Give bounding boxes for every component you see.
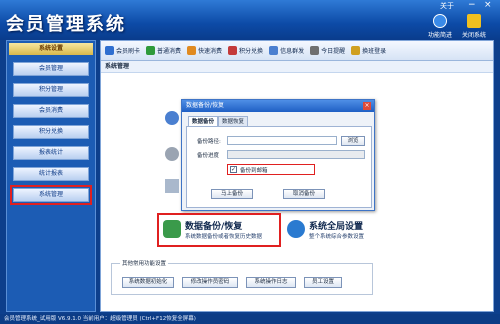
main-panel: 会员刷卡 普通消费 快速消费 积分兑换 信息群发 今日提醒 换班登录 系统管理 … [100,40,494,312]
email-checkbox[interactable]: ✓ [230,166,237,173]
other-settings-label: 其他常用功能设置 [120,259,169,267]
tool-label: 信息群发 [280,48,305,55]
staff-settings-button[interactable]: 员工设置 [304,277,342,288]
sidebar-item-system[interactable]: 系统管理 [10,185,92,205]
lock-icon [351,46,361,55]
email-checkbox-label: 备份到邮箱 [240,168,268,174]
tile-subtitle: 整个系统综合参数设置 [309,234,365,240]
path-input[interactable] [227,136,337,145]
minimize-button[interactable]: − [468,0,476,10]
backup-dialog: 数据备份/恢复 × 数据备份 数据恢复 备份路径: 浏览 备份进度 ✓ 备份到邮… [181,99,375,211]
money-icon [146,46,156,55]
close-window-button[interactable]: × [484,0,492,10]
tab-restore[interactable]: 数据恢复 [218,116,249,126]
sidebar-item-stats[interactable]: 统计报表 [13,167,89,181]
operation-log-button[interactable]: 系统操作日志 [246,277,296,288]
browse-button[interactable]: 浏览 [341,136,365,146]
doc-icon [165,179,179,193]
start-backup-button[interactable]: 马上备份 [211,189,253,199]
dialog-title: 数据备份/恢复 [182,100,374,112]
sidebar-item-points[interactable]: 积分管理 [13,83,89,97]
tool-exchange[interactable]: 积分兑换 [228,46,263,55]
sidebar-header: 系统设置 [9,43,93,55]
warning-icon [467,14,481,28]
init-data-button[interactable]: 系统数据初始化 [122,277,174,288]
info-icon [433,14,447,28]
user-icon [165,111,179,125]
exit-tool-label: 关闭系统 [461,32,486,39]
tool-reminder[interactable]: 今日提醒 [310,46,345,55]
title-bar: 会员管理系统 关于 − × 功能简进 关闭系统 [0,0,500,40]
exit-tool-button[interactable]: 关闭系统 [458,14,490,39]
dialog-close-button[interactable]: × [363,102,371,110]
tool-normal[interactable]: 普通消费 [146,46,181,55]
mail-icon [269,46,279,55]
gear-icon [165,147,179,161]
dialog-panel: 备份路径: 浏览 备份进度 ✓ 备份到邮箱 马上备份 取消备份 [186,126,372,208]
tool-sms[interactable]: 信息群发 [269,46,304,55]
tab-backup[interactable]: 数据备份 [188,116,219,126]
sidebar-item-exchange[interactable]: 积分兑换 [13,125,89,139]
tool-fast[interactable]: 快速消费 [187,46,222,55]
tool-label: 快速消费 [198,48,223,55]
tool-label: 普通消费 [157,48,182,55]
info-tool-label: 功能简进 [427,32,452,39]
tile-global-settings[interactable]: 系统全局设置 整个系统综合参数设置 [283,215,393,245]
other-settings-group: 其他常用功能设置 系统数据初始化 修改操作员密码 系统操作日志 员工设置 [111,259,373,295]
tool-label: 积分兑换 [239,48,264,55]
tile-subtitle: 系统数据备份或者恢复历史数据 [185,234,263,240]
status-bar: 会员管理系统_试用版 V6.9.1.0 当前用户：超级管理员 (Ctrl+F12… [0,314,500,324]
sidebar: 系统设置 会员管理 积分管理 会员消费 积分兑换 报表统计 统计报表 系统管理 [6,40,96,312]
info-tool-button[interactable]: 功能简进 [424,14,456,39]
tool-label: 今日提醒 [321,48,346,55]
app-title: 会员管理系统 [6,14,126,35]
tile-title: 数据备份/恢复 [185,222,243,232]
tile-backup-restore[interactable]: 数据备份/恢复 系统数据备份或者恢复历史数据 [157,213,281,247]
sidebar-item-members[interactable]: 会员管理 [13,62,89,76]
card-icon [105,46,114,55]
clock-icon [310,46,320,55]
sidebar-item-consumption[interactable]: 会员消费 [13,104,89,118]
change-password-button[interactable]: 修改操作员密码 [182,277,238,288]
toolbar: 会员刷卡 普通消费 快速消费 积分兑换 信息群发 今日提醒 换班登录 [101,41,493,61]
gift-icon [228,46,238,55]
progress-bar [227,150,365,159]
database-icon [163,220,181,238]
sidebar-item-reports[interactable]: 报表统计 [13,146,89,160]
about-button[interactable]: 关于 [440,1,454,11]
tile-title: 系统全局设置 [309,222,364,232]
cancel-backup-button[interactable]: 取消备份 [283,189,325,199]
globe-icon [287,220,305,238]
tool-label: 会员刷卡 [116,48,141,55]
tool-card[interactable]: 会员刷卡 [105,46,140,55]
lightning-icon [187,46,197,55]
section-title: 系统管理 [101,61,493,73]
path-label: 备份路径: [197,139,221,145]
progress-label: 备份进度 [197,153,220,159]
tool-label: 换班登录 [362,48,387,55]
tool-switch[interactable]: 换班登录 [351,46,386,55]
